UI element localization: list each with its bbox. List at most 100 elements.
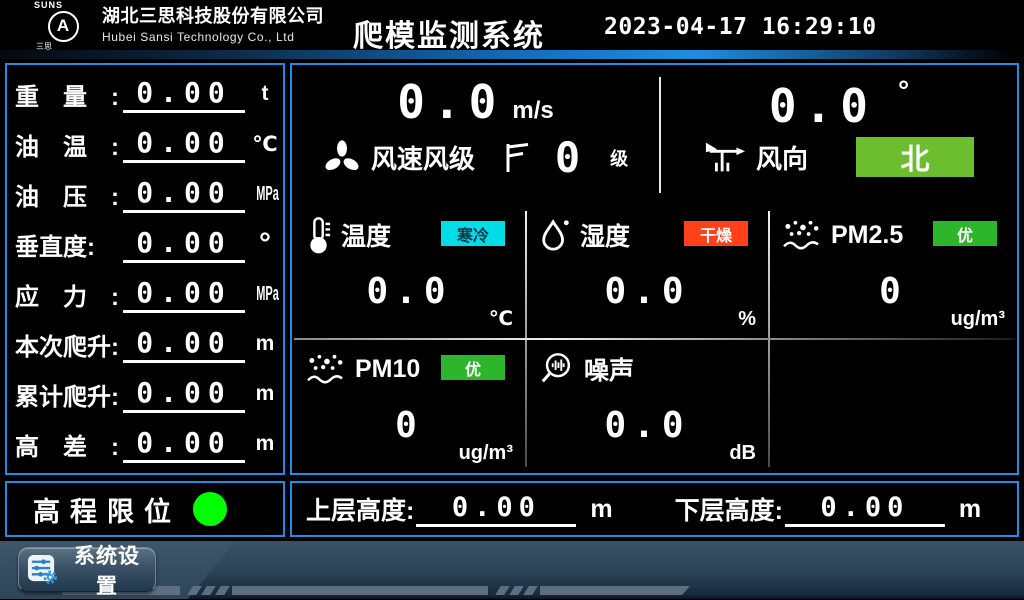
sensor-label: PM10 — [355, 355, 420, 384]
logo-circle-icon: A — [48, 11, 79, 42]
stripe-slash — [187, 586, 202, 595]
metric-value: 0.00 — [123, 176, 245, 213]
upper-height-label: 上层高度: — [306, 491, 414, 527]
logo-suns-text: SUNS — [28, 1, 98, 10]
metric-label: 累计爬升: — [15, 377, 123, 412]
metric-unit: m — [249, 332, 281, 356]
wind-speed-value: 0.0 — [397, 75, 504, 129]
wind-speed-unit: m/s — [512, 97, 553, 124]
particles-icon — [782, 218, 822, 252]
wind-direction-block: 0.0° 风向 北 — [661, 65, 1017, 205]
upper-height-value: 0.00 — [416, 492, 576, 527]
settings-label: 系统设置 — [67, 540, 147, 600]
system-settings-button[interactable]: 系统设置 — [18, 547, 156, 592]
header-divider — [0, 50, 1024, 59]
sensor-value: 0.0 — [539, 271, 756, 312]
fan-icon — [323, 138, 361, 178]
metric-row-total-climb: 累计爬升: 0.00 m — [15, 369, 281, 419]
sensor-cell-temperature: 温度 寒冷 0.0 ℃ — [292, 205, 525, 339]
metric-label: 垂直度: — [15, 227, 123, 262]
metric-row-oil-temp: 油 温 : 0.00 ℃ — [15, 119, 281, 169]
water-drop-icon — [539, 217, 571, 253]
elevation-limit-panel: 高程限位 — [5, 481, 285, 537]
datetime: 2023-04-17 16:29:10 — [604, 14, 877, 40]
lower-height-group: 下层高度: 0.00 m — [675, 491, 982, 527]
metric-unit: m — [249, 382, 281, 406]
metric-label: 本次爬升: — [15, 327, 123, 362]
metric-value: 0.00 — [123, 126, 245, 163]
wind-direction-label: 风向 — [756, 139, 808, 176]
metric-unit: ° — [249, 237, 281, 251]
wind-direction-unit: ° — [898, 75, 909, 106]
metric-label: 应 力 : — [15, 277, 123, 312]
sensor-grid: 温度 寒冷 0.0 ℃ 湿度 干燥 0.0 — [292, 205, 1017, 473]
metric-value: 0.00 — [123, 376, 245, 413]
metric-unit: MPa — [256, 283, 274, 306]
stripe-slash — [201, 586, 216, 595]
wind-direction-reading-button[interactable]: 北 — [856, 137, 974, 177]
sensor-value: 0 — [306, 405, 513, 446]
wind-speed-block: 0.0m/s 风速风级 — [292, 65, 659, 205]
lower-height-unit: m — [959, 495, 981, 524]
taskbar: 系统设置 — [0, 541, 1024, 599]
metric-row-height-diff: 高 差 : 0.00 m — [15, 419, 281, 469]
metric-value: 0.00 — [123, 326, 245, 363]
sensor-unit: ℃ — [489, 306, 513, 331]
sensor-cell-pm25: PM2.5 优 0 ug/m³ — [768, 205, 1017, 339]
stripe-segment — [232, 586, 488, 595]
layer-heights-panel: 上层高度: 0.00 m 下层高度: 0.00 m — [290, 481, 1019, 537]
lower-height-label: 下层高度: — [675, 491, 783, 527]
header: SUNS A 三思 湖北三思科技股份有限公司 Hubei Sansi Techn… — [0, 0, 1024, 50]
metric-row-current-climb: 本次爬升: 0.00 m — [15, 319, 281, 369]
sensor-value: 0.0 — [539, 405, 756, 446]
metric-row-stress: 应 力 : 0.00 MPa — [15, 269, 281, 319]
company-name-cn: 湖北三思科技股份有限公司 — [102, 5, 324, 28]
metric-row-verticality: 垂直度: 0.00 ° — [15, 219, 281, 269]
company-logo: SUNS A 三思 — [28, 1, 98, 49]
sensor-unit: % — [738, 308, 756, 331]
status-badge: 优 — [441, 355, 505, 380]
metric-value: 0.00 — [123, 226, 245, 263]
sensor-unit: ug/m³ — [459, 442, 513, 465]
metric-row-oil-pressure: 油 压 : 0.00 MPa — [15, 169, 281, 219]
sensor-label: 温度 — [341, 217, 391, 253]
company-name-en: Hubei Sansi Technology Co., Ltd — [102, 30, 324, 45]
sensor-cell-pm10: PM10 优 0 ug/m³ — [292, 339, 525, 473]
metric-label: 油 压 : — [15, 177, 123, 212]
noise-meter-icon — [539, 351, 575, 387]
wind-section: 0.0m/s 风速风级 — [292, 65, 1017, 205]
metric-label: 重 量 : — [15, 77, 123, 112]
thermometer-icon — [306, 215, 332, 255]
settings-sliders-gear-icon — [27, 554, 58, 585]
taskbar-decoration — [62, 586, 694, 595]
sensor-value: 0.0 — [306, 271, 513, 312]
sensor-unit: dB — [729, 442, 756, 465]
wind-level-flag-icon — [503, 142, 531, 174]
stripe-slash — [509, 586, 524, 595]
sensor-unit: ug/m³ — [951, 308, 1005, 331]
status-badge: 干燥 — [684, 221, 748, 246]
stripe-slash — [495, 586, 510, 595]
stripe-segment — [540, 586, 690, 595]
upper-height-unit: m — [590, 495, 612, 524]
stripe-slash — [523, 586, 538, 595]
metric-unit: ℃ — [249, 132, 281, 157]
elevation-limit-label: 高程限位 — [33, 490, 181, 529]
stripe-slash — [215, 586, 230, 595]
company-name: 湖北三思科技股份有限公司 Hubei Sansi Technology Co.,… — [102, 5, 324, 45]
sensor-cell-empty — [768, 339, 1017, 473]
sensor-label: 湿度 — [580, 217, 630, 253]
elevation-limit-status-lamp — [193, 492, 227, 526]
lower-height-value: 0.00 — [785, 492, 945, 527]
sensor-cell-noise: 噪声 0.0 dB — [525, 339, 768, 473]
upper-height-group: 上层高度: 0.00 m — [306, 491, 613, 527]
wind-vane-icon — [704, 139, 746, 175]
environment-panel: 0.0m/s 风速风级 — [290, 63, 1019, 475]
sensor-label: PM2.5 — [831, 221, 903, 250]
metric-unit: t — [249, 82, 281, 106]
particles-icon — [306, 352, 346, 386]
metric-label: 高 差 : — [15, 427, 123, 462]
metric-value: 0.00 — [123, 76, 245, 113]
sensor-cell-humidity: 湿度 干燥 0.0 % — [525, 205, 768, 339]
metrics-panel: 重 量 : 0.00 t 油 温 : 0.00 ℃ 油 压 : 0.00 MPa… — [5, 63, 285, 475]
